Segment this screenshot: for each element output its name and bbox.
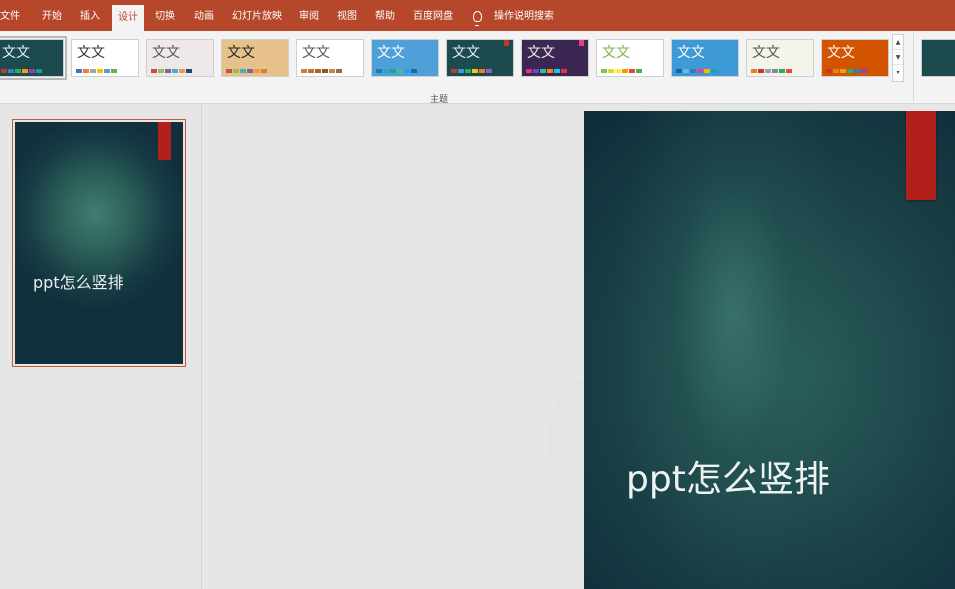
theme-preview-text: 文文 (227, 45, 255, 61)
theme-orange[interactable]: 文文 (821, 39, 889, 77)
theme-color-swatches (601, 69, 661, 73)
lightbulb-icon[interactable] (473, 11, 482, 26)
theme-facet[interactable]: 文文 (146, 39, 214, 77)
theme-color-swatches (76, 69, 136, 73)
gallery-more-icon[interactable]: ▾ (893, 65, 903, 80)
theme-color-swatches (226, 69, 286, 73)
tab-home[interactable]: 开始 (42, 0, 62, 31)
slide-thumbnail-canvas: ppt怎么竖排 (15, 122, 183, 364)
theme-color-swatches (376, 69, 436, 73)
theme-purple[interactable]: 文文 (521, 39, 589, 77)
theme-accent-flag (504, 40, 509, 46)
theme-preview-text: 文文 (77, 45, 105, 61)
theme-color-swatches (526, 69, 586, 73)
tell-me-search[interactable]: 操作说明搜索 (494, 0, 554, 31)
theme-preview-text: 文文 (752, 45, 780, 61)
tab-animations[interactable]: 动画 (194, 0, 214, 31)
theme-preview-text: 文文 (677, 45, 705, 61)
theme-color-swatches (301, 69, 361, 73)
theme-current[interactable]: 文文 (0, 36, 67, 80)
theme-preview-text: 文文 (302, 45, 330, 61)
theme-color-swatches (751, 69, 811, 73)
theme-color-swatches (451, 69, 511, 73)
theme-paper[interactable]: 文文 (746, 39, 814, 77)
tab-file[interactable]: 文件 (0, 0, 20, 31)
theme-teal-dark[interactable]: 文文 (446, 39, 514, 77)
slide-thumbnail-panel: ppt怎么竖排 (0, 104, 202, 589)
slide-thumbnail-ribbon (158, 122, 171, 160)
tab-review[interactable]: 审阅 (299, 0, 319, 31)
theme-preview-text: 文文 (527, 45, 555, 61)
tab-baidu-netdisk[interactable]: 百度网盘 (413, 0, 453, 31)
tab-insert[interactable]: 插入 (80, 0, 100, 31)
theme-color-swatches (676, 69, 736, 73)
theme-pattern[interactable]: 文文 (371, 39, 439, 77)
variant-theme[interactable] (921, 39, 955, 77)
theme-color-swatches (826, 69, 886, 73)
ribbon-design: 文文 文文 文文 文文 文文 文文 文文 文文 文文 文文 文文 文文 ▲ ▼ ▾ 主题 (0, 31, 955, 105)
tab-help[interactable]: 帮助 (375, 0, 395, 31)
tab-slideshow[interactable]: 幻灯片放映 (232, 0, 282, 31)
theme-preview-text: 文文 (377, 45, 405, 61)
theme-wood[interactable]: 文文 (221, 39, 289, 77)
tab-transitions[interactable]: 切换 (155, 0, 175, 31)
theme-color-swatches (151, 69, 211, 73)
theme-blue[interactable]: 文文 (671, 39, 739, 77)
theme-preview-text: 文文 (602, 45, 630, 61)
theme-green[interactable]: 文文 (596, 39, 664, 77)
slide-thumbnail-1[interactable]: ppt怎么竖排 (12, 119, 186, 367)
slide-canvas[interactable]: ppt怎么竖排 (584, 111, 955, 589)
ribbon-divider (913, 33, 914, 101)
theme-preview-text: 文文 (2, 45, 30, 61)
gallery-scroll: ▲ ▼ ▾ (892, 34, 904, 82)
theme-office[interactable]: 文文 (71, 39, 139, 77)
theme-preview-text: 文文 (152, 45, 180, 61)
theme-accent-flag (579, 40, 584, 46)
tab-view[interactable]: 视图 (337, 0, 357, 31)
chevron-down-icon[interactable]: ▼ (893, 50, 903, 65)
slide-ribbon-decoration (906, 111, 936, 200)
tab-design[interactable]: 设计 (112, 5, 144, 31)
theme-preview-text: 文文 (827, 45, 855, 61)
theme-color-swatches (1, 69, 61, 73)
chevron-up-icon[interactable]: ▲ (893, 35, 903, 50)
slide-thumbnail-title: ppt怎么竖排 (33, 273, 124, 292)
menu-bar: 文件 开始 插入 设计 切换 动画 幻灯片放映 审阅 视图 帮助 百度网盘 操作… (0, 0, 955, 31)
slide-title[interactable]: ppt怎么竖排 (626, 450, 830, 502)
theme-organic[interactable]: 文文 (296, 39, 364, 77)
theme-preview-text: 文文 (452, 45, 480, 61)
